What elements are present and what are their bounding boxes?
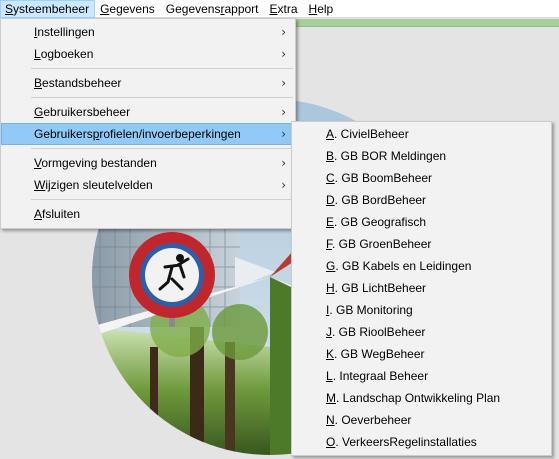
profile-item-gb-geografisch[interactable]: E. GB Geografisch	[292, 211, 551, 233]
menu-item-label: ogboeken	[40, 47, 94, 61]
menu-item-label: . GB Geografisch	[334, 215, 427, 229]
profile-item-gb-boombeheer[interactable]: C. GB BoomBeheer	[292, 167, 551, 189]
toolbar-accent-strip	[290, 19, 559, 27]
menu-separator	[1, 65, 295, 72]
menu-separator	[1, 94, 295, 101]
menu-gegevensrapport[interactable]: Gegevensrapport	[161, 0, 265, 18]
menu-item-logboeken[interactable]: Logboeken ›	[1, 43, 295, 65]
menu-item-mnemonic: A	[326, 127, 335, 141]
menu-item-label: ijzigen sleutelvelden	[45, 178, 153, 192]
menu-item-label: . VerkeersRegelinstallaties	[335, 435, 477, 449]
menu-item-bestandsbeheer[interactable]: Bestandsbeheer ›	[1, 72, 295, 94]
menu-item-mnemonic: M	[326, 391, 336, 405]
menu-item-label: . GB BOR Meldingen	[334, 149, 447, 163]
profielen-submenu: A. CivielBeheer B. GB BOR Meldingen C. G…	[291, 121, 552, 456]
menu-item-label: fsluiten	[42, 207, 81, 221]
menu-label: ysteembeheer	[13, 1, 90, 16]
menu-item-label: . GB RioolBeheer	[332, 325, 426, 339]
menu-item-mnemonic: E	[326, 215, 335, 229]
menu-item-label: . GB LichtBeheer	[334, 281, 427, 295]
menu-label: Gegevens	[165, 1, 221, 16]
chevron-right-icon: ›	[281, 156, 286, 170]
menu-item-mnemonic: G	[326, 259, 336, 273]
menu-item-gebruikersprofielen[interactable]: Gebruikersprofielen/invoerbeperkingen ›	[1, 123, 295, 145]
menu-item-label: . Oeverbeheer	[334, 413, 412, 427]
menu-item-mnemonic: A	[34, 207, 43, 221]
menu-item-mnemonic: C	[326, 171, 335, 185]
menu-item-label: . GB Monitoring	[329, 303, 413, 317]
menu-item-label: . GB Kabels en Leidingen	[335, 259, 472, 273]
menu-label: egevens	[109, 1, 155, 16]
menu-item-mnemonic: L	[34, 47, 41, 61]
menu-item-mnemonic: B	[34, 76, 43, 90]
menu-item-mnemonic: N	[326, 413, 335, 427]
menu-label-mnemonic: H	[308, 1, 318, 16]
menu-item-vormgeving-bestanden[interactable]: Vormgeving bestanden ›	[1, 152, 295, 174]
menu-item-label: . Integraal Beheer	[332, 369, 429, 383]
menu-gegevens[interactable]: Gegevens	[95, 0, 161, 18]
menu-item-mnemonic: D	[326, 193, 335, 207]
profile-item-gb-monitoring[interactable]: I. GB Monitoring	[292, 299, 551, 321]
menu-item-label: estandsbeheer	[42, 76, 122, 90]
menu-item-label: . GB WegBeheer	[334, 347, 425, 361]
chevron-right-icon: ›	[281, 47, 286, 61]
profile-item-gb-groenbeheer[interactable]: F. GB GroenBeheer	[292, 233, 551, 255]
profile-item-civielbeheer[interactable]: A. CivielBeheer	[292, 123, 551, 145]
profile-item-integraal-beheer[interactable]: L. Integraal Beheer	[292, 365, 551, 387]
chevron-right-icon: ›	[281, 127, 286, 141]
menu-item-instellingen[interactable]: Instellingen ›	[1, 21, 295, 43]
menu-separator	[1, 145, 295, 152]
menu-item-mnemonic: B	[326, 149, 335, 163]
profile-item-gb-lichtbeheer[interactable]: H. GB LichtBeheer	[292, 277, 551, 299]
profile-item-gb-kabels-en-leidingen[interactable]: G. GB Kabels en Leidingen	[292, 255, 551, 277]
menu-item-label: . CivielBeheer	[334, 127, 409, 141]
menu-item-label: . GB GroenBeheer	[332, 237, 432, 251]
chevron-right-icon: ›	[281, 178, 286, 192]
menu-item-mnemonic: L	[326, 369, 333, 383]
menu-label-mnemonic: E	[269, 1, 278, 16]
menu-item-label: Gebruikers	[34, 127, 93, 141]
menu-item-label: . GB BoomBeheer	[334, 171, 433, 185]
menu-item-label: . Landschap Ontwikkeling Plan	[336, 391, 501, 405]
menu-item-label: rofielen/invoerbeperkingen	[99, 127, 241, 141]
menu-item-label: . GB BordBeheer	[334, 193, 427, 207]
chevron-right-icon: ›	[281, 105, 286, 119]
menu-separator	[1, 196, 295, 203]
menu-item-wijzigen-sleutelvelden[interactable]: Wijzigen sleutelvelden ›	[1, 174, 295, 196]
menu-bar: Systeembeheer Gegevens Gegevensrapport E…	[0, 0, 559, 18]
menu-label: elp	[317, 1, 334, 16]
menu-item-label: ebruikersbeheer	[43, 105, 131, 119]
menu-item-gebruikersbeheer[interactable]: Gebruikersbeheer ›	[1, 101, 295, 123]
profile-item-gb-bordbeheer[interactable]: D. GB BordBeheer	[292, 189, 551, 211]
menu-item-mnemonic: H	[326, 281, 335, 295]
profile-item-landschap-ontwikkeling-plan[interactable]: M. Landschap Ontwikkeling Plan	[292, 387, 551, 409]
systeembeheer-dropdown: Instellingen › Logboeken › Bestandsbehee…	[0, 18, 296, 229]
menu-label: xtra	[277, 1, 298, 16]
chevron-right-icon: ›	[281, 76, 286, 90]
profile-item-oeverbeheer[interactable]: N. Oeverbeheer	[292, 409, 551, 431]
menu-item-label: ormgeving bestanden	[41, 156, 157, 170]
menu-label-mnemonic: G	[100, 1, 110, 16]
menu-extra[interactable]: Extra	[265, 0, 304, 18]
menu-help[interactable]: Help	[304, 0, 340, 18]
menu-item-label: nstellingen	[37, 25, 95, 39]
menu-label-mnemonic: S	[5, 1, 14, 16]
profile-item-gb-bor-meldingen[interactable]: B. GB BOR Meldingen	[292, 145, 551, 167]
menu-systeembeheer[interactable]: Systeembeheer	[0, 0, 96, 18]
menu-item-mnemonic: O	[326, 435, 336, 449]
menu-item-mnemonic: W	[34, 178, 46, 192]
menu-label: apport	[224, 1, 259, 16]
menu-item-mnemonic: K	[326, 347, 335, 361]
profile-item-gb-wegbeheer[interactable]: K. GB WegBeheer	[292, 343, 551, 365]
profile-item-gb-rioolbeheer[interactable]: J. GB RioolBeheer	[292, 321, 551, 343]
menu-item-afsluiten[interactable]: Afsluiten	[1, 203, 295, 225]
profile-item-verkeersregelinstallaties[interactable]: O. VerkeersRegelinstallaties	[292, 431, 551, 453]
chevron-right-icon: ›	[281, 25, 286, 39]
menu-item-mnemonic: G	[34, 105, 44, 119]
